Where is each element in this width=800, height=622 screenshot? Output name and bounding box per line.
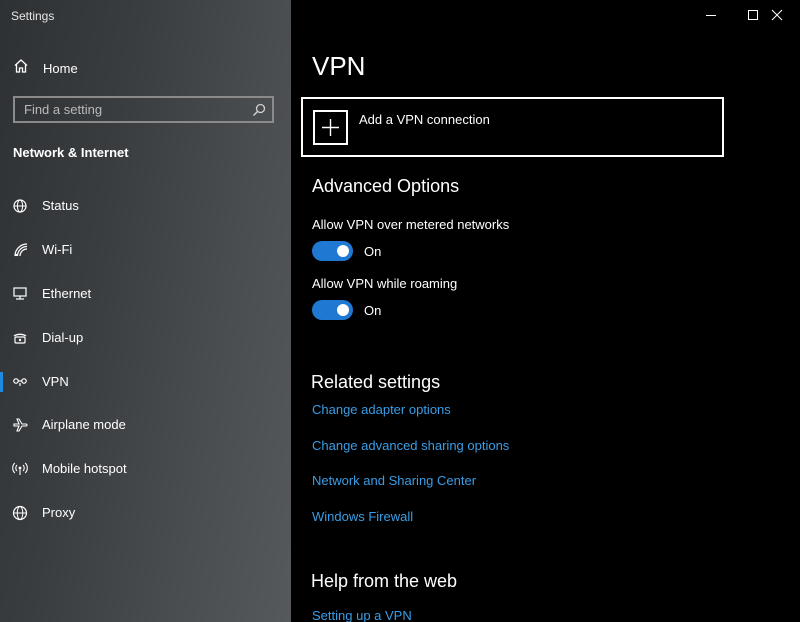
home-nav-item[interactable]: Home [13,57,78,79]
settings-window: Settings Home Network & Internet [0,0,800,622]
sidebar-item-mobile-hotspot[interactable]: Mobile hotspot [0,456,291,482]
roaming-label: Allow VPN while roaming [312,276,458,291]
help-from-web-heading: Help from the web [311,571,458,591]
sidebar-item-label: Dial-up [42,330,84,345]
sidebar-item-label: VPN [42,374,69,389]
sidebar-item-label: Status [42,198,79,213]
change-adapter-options-link[interactable]: Change adapter options [312,402,451,417]
add-vpn-connection-button[interactable]: Add a VPN connection [301,97,724,157]
roaming-toggle[interactable] [312,300,353,320]
sidebar-item-proxy[interactable]: Proxy [0,500,291,526]
close-icon [754,9,800,36]
search-input[interactable] [15,98,254,121]
roaming-state: On [364,303,382,318]
sidebar-item-label: Proxy [42,505,76,520]
advanced-options-heading: Advanced Options [312,176,460,196]
close-button[interactable] [754,0,800,32]
sidebar-item-label: Wi-Fi [42,242,73,257]
vpn-icon [12,373,30,391]
minimize-icon [688,15,734,36]
globe-status-icon [12,197,30,215]
selection-indicator [0,372,3,392]
change-advanced-sharing-options-link[interactable]: Change advanced sharing options [312,438,509,453]
dialup-icon [12,329,30,347]
sidebar-item-label: Airplane mode [42,417,126,432]
sidebar-item-vpn[interactable]: VPN [0,369,291,395]
sidebar: Settings Home Network & Internet [0,0,291,622]
plus-icon [313,110,348,145]
minimize-button[interactable] [688,0,734,32]
home-label: Home [43,60,78,76]
toggle-knob [337,245,349,257]
ethernet-icon [12,285,30,303]
app-title: Settings [11,9,55,23]
home-icon [13,58,29,79]
metered-networks-state: On [364,244,382,259]
sidebar-item-wifi[interactable]: Wi-Fi [0,237,291,263]
windows-firewall-link[interactable]: Windows Firewall [312,509,413,524]
hotspot-icon [12,460,30,478]
sidebar-item-label: Ethernet [42,286,92,301]
network-and-sharing-center-link[interactable]: Network and Sharing Center [312,473,476,488]
sidebar-item-airplane-mode[interactable]: Airplane mode [0,412,291,438]
wifi-icon [12,241,30,259]
search-box[interactable] [13,96,274,123]
setting-up-vpn-link[interactable]: Setting up a VPN [312,608,412,622]
add-vpn-label: Add a VPN connection [359,112,490,127]
sidebar-item-ethernet[interactable]: Ethernet [0,281,291,307]
main-panel: VPN Add a VPN connection Advanced Option… [291,0,800,622]
page-title: VPN [312,51,366,81]
metered-networks-toggle[interactable] [312,241,353,261]
toggle-knob [337,304,349,316]
airplane-icon [12,416,30,434]
sidebar-item-status[interactable]: Status [0,193,291,219]
metered-networks-label: Allow VPN over metered networks [312,217,510,232]
sidebar-item-dialup[interactable]: Dial-up [0,325,291,351]
sidebar-item-label: Mobile hotspot [42,461,127,476]
section-title: Network & Internet [13,145,129,160]
search-icon[interactable] [252,103,266,122]
related-settings-heading: Related settings [311,372,441,392]
globe-icon [12,504,30,522]
